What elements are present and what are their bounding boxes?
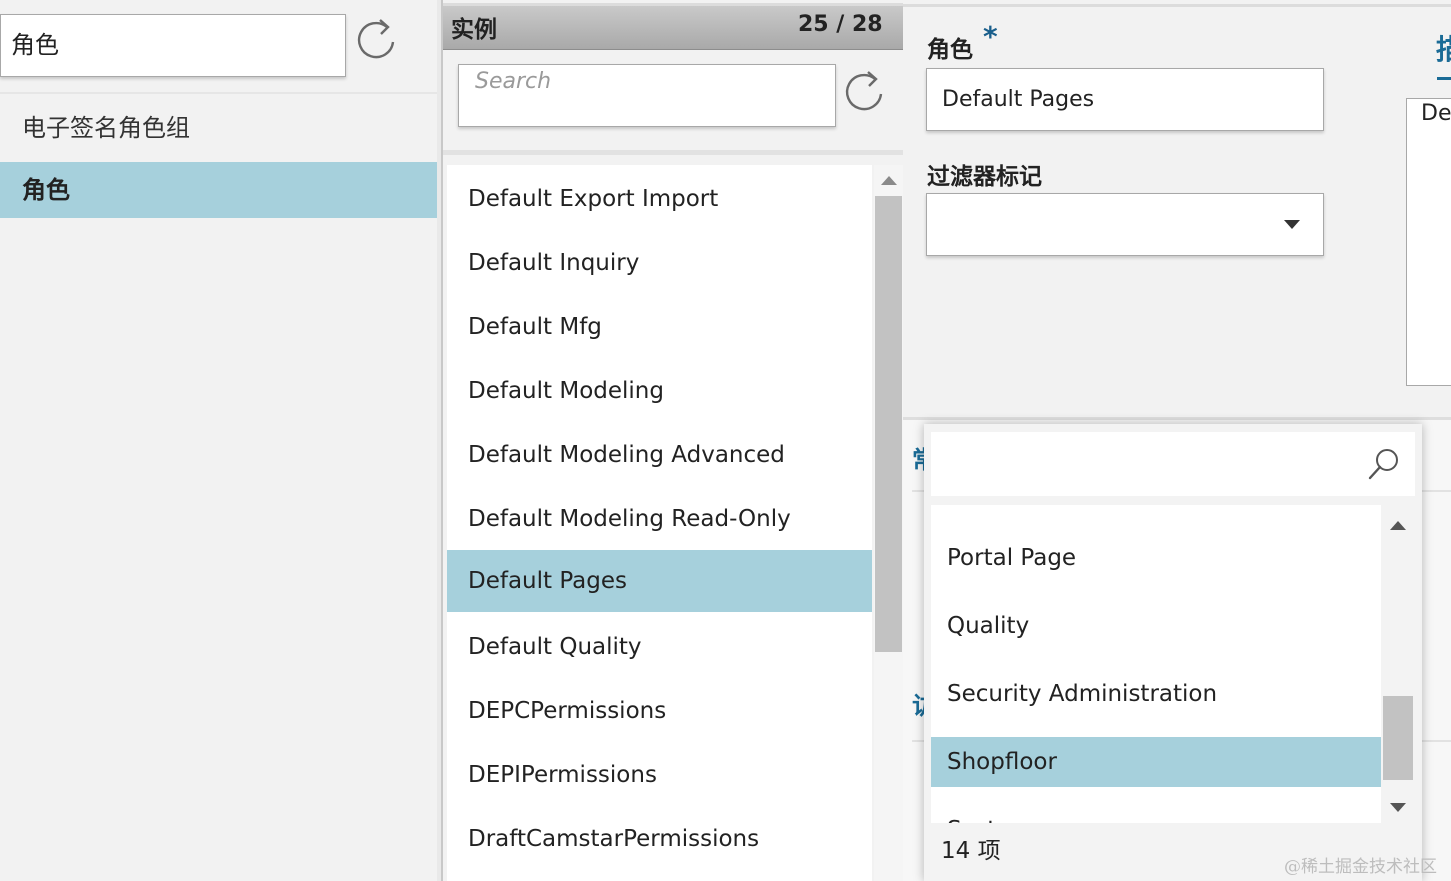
list-item[interactable]: DEPCPermissions (447, 680, 872, 742)
refresh-icon[interactable] (354, 16, 400, 64)
required-indicator: * (983, 20, 998, 53)
dropdown-option[interactable]: Quality (931, 601, 1381, 651)
filter-tags-select[interactable] (926, 193, 1324, 256)
scroll-down-arrow-icon[interactable] (1389, 799, 1407, 812)
filter-tags-label: 过滤器标记 (927, 164, 1042, 190)
scroll-up-arrow-icon[interactable] (880, 172, 898, 186)
list-item[interactable]: Default Export Import (447, 168, 872, 230)
scroll-up-arrow-icon[interactable] (1389, 516, 1407, 530)
instances-count: 25 / 28 (798, 12, 883, 37)
role-name-field[interactable]: Default Pages (926, 68, 1324, 131)
list-item[interactable]: Default Inquiry (447, 232, 872, 294)
active-tab-indicator (1437, 77, 1451, 80)
refresh-icon[interactable] (842, 66, 888, 116)
category-search-input[interactable]: 角色 (0, 14, 346, 77)
category-item-esig-role-group[interactable]: 电子签名角色组 (0, 100, 437, 156)
dropdown-option[interactable]: Security Administration (931, 669, 1381, 719)
category-item-role[interactable]: 角色 (0, 162, 437, 218)
watermark: @稀土掘金技术社区 (1284, 857, 1437, 877)
list-item[interactable]: Default Modeling Advanced (447, 424, 872, 486)
divider (443, 150, 903, 155)
panel-separator-line[interactable] (441, 0, 443, 881)
list-item[interactable]: Default Quality (447, 616, 872, 678)
instances-title: 实例 (451, 17, 497, 43)
role-field-label: 角色 (927, 37, 973, 63)
scrollbar-thumb[interactable] (875, 196, 902, 652)
dropdown-search-input[interactable] (931, 432, 1415, 496)
dropdown-option[interactable]: Portal Page (931, 533, 1381, 583)
dropdown-option-list: Portal Page Quality Security Administrat… (931, 505, 1381, 823)
list-item[interactable]: Default Mfg (447, 296, 872, 358)
instance-list: Default Export Import Default Inquiry De… (447, 165, 872, 881)
caret-down-icon[interactable] (1284, 220, 1300, 229)
dropdown-option[interactable]: Syst (931, 805, 1381, 823)
divider (0, 92, 437, 94)
list-item[interactable]: DraftCamstarPermissions (447, 808, 872, 870)
search-icon[interactable] (1366, 446, 1402, 482)
tab-description-partial[interactable]: 描 (1436, 28, 1451, 68)
dropdown-option-selected[interactable]: Shopfloor (931, 737, 1381, 787)
scrollbar-thumb[interactable] (1383, 696, 1413, 780)
list-item[interactable]: DEPIPermissions (447, 744, 872, 806)
list-item-selected[interactable]: Default Pages (447, 550, 872, 612)
dropdown-item-count: 14 项 (941, 838, 1001, 864)
list-item[interactable]: Default Modeling Read-Only (447, 488, 872, 550)
instance-search-input[interactable]: Search (458, 64, 836, 127)
list-item[interactable]: Default Modeling (447, 360, 872, 422)
description-textarea[interactable]: De (1406, 98, 1451, 386)
